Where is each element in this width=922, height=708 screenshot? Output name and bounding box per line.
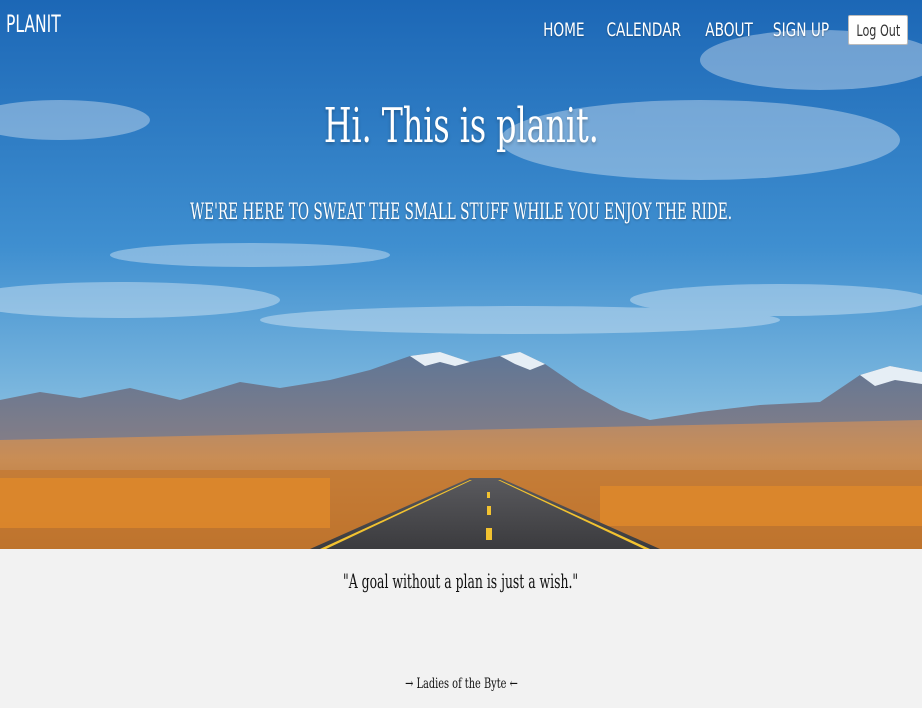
logout-button[interactable]: Log Out: [848, 15, 908, 45]
hero-background-image: [0, 0, 922, 549]
footer-credit: → Ladies of the Byte ←: [404, 676, 518, 692]
nav-menu: HOME CALENDAR ABOUT SIGN UP Log Out: [535, 15, 908, 45]
nav-signup-link[interactable]: SIGN UP: [767, 19, 835, 41]
nav-calendar-link[interactable]: CALENDAR: [601, 19, 687, 41]
nav-about-link[interactable]: ABOUT: [699, 19, 758, 41]
navigation-bar: PLANIT HOME CALENDAR ABOUT SIGN UP Log O…: [0, 0, 922, 60]
hero-tagline: we're here to sweat the small stuff whil…: [189, 200, 732, 225]
hero-headline: Hi. This is planit.: [323, 98, 599, 154]
brand-logo[interactable]: PLANIT: [6, 10, 61, 38]
nav-home-link[interactable]: HOME: [537, 19, 590, 41]
quote-text: "A goal without a plan is just a wish.": [343, 569, 579, 593]
logout-button-label: Log Out: [856, 20, 900, 40]
hero-banner: PLANIT HOME CALENDAR ABOUT SIGN UP Log O…: [0, 0, 922, 549]
